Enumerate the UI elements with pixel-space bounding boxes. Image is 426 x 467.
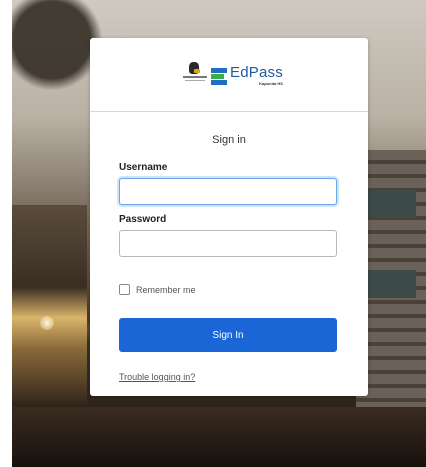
login-card: EdPass Kapunda HS Sign in Username Passw… bbox=[90, 38, 368, 396]
checkbox-icon[interactable] bbox=[119, 284, 130, 295]
page-title: Sign in bbox=[212, 134, 246, 146]
building-window bbox=[364, 190, 416, 218]
lamp-light bbox=[40, 316, 54, 330]
username-input[interactable] bbox=[119, 178, 337, 205]
password-label: Password bbox=[119, 214, 167, 225]
sign-in-button[interactable]: Sign In bbox=[119, 318, 337, 352]
brand-wordmark: EdPass Kapunda HS bbox=[230, 64, 283, 87]
logo-header: EdPass Kapunda HS bbox=[90, 38, 368, 112]
username-label: Username bbox=[119, 162, 168, 173]
edpass-logo-icon bbox=[211, 68, 227, 86]
remember-me-label[interactable]: Remember me bbox=[136, 285, 196, 295]
building-left bbox=[12, 205, 87, 410]
product-name: EdPass bbox=[230, 64, 283, 81]
trouble-logging-in-link[interactable]: Trouble logging in? bbox=[119, 372, 195, 382]
ground bbox=[12, 407, 426, 467]
product-sub: Kapunda HS bbox=[259, 81, 283, 86]
password-input[interactable] bbox=[119, 230, 337, 257]
logo: EdPass Kapunda HS bbox=[183, 62, 283, 86]
school-crest-icon bbox=[183, 62, 207, 86]
remember-me-row[interactable]: Remember me bbox=[119, 284, 196, 295]
building-window bbox=[364, 270, 416, 298]
